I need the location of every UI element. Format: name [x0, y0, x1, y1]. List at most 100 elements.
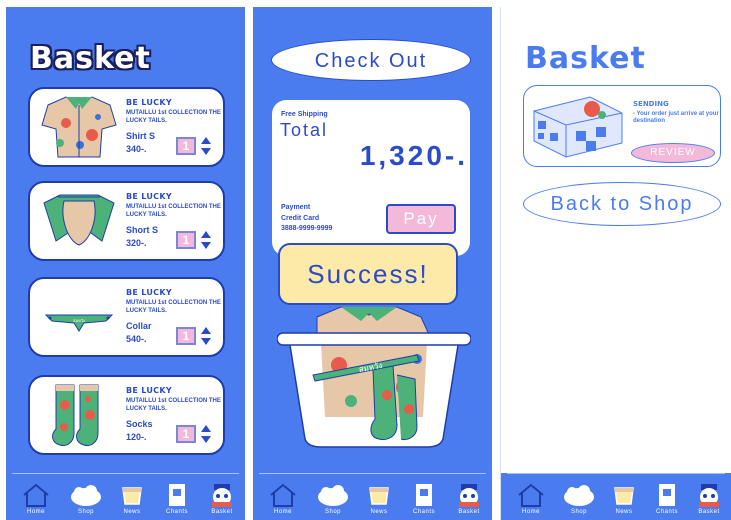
chants-icon [169, 484, 185, 506]
total-label: Total [280, 120, 329, 140]
product-name: Socks [126, 419, 153, 429]
nav-basket[interactable]: Basket [689, 482, 729, 520]
back-to-shop-button[interactable]: Back to Shop [523, 182, 721, 226]
nav-label: Shop [324, 509, 341, 515]
package-image [533, 96, 623, 158]
nav-label: Basket [698, 509, 720, 515]
quantity-field[interactable]: 1 [176, 137, 196, 155]
product-price: 120-. [126, 432, 147, 442]
quantity-stepper-icon[interactable] [200, 424, 212, 444]
nav-label: News [370, 509, 388, 515]
nav-label: Chants [655, 509, 678, 515]
home-icon [518, 483, 544, 507]
order-summary-card: Free Shipping Total 1,320-. Payment Cred… [272, 100, 470, 256]
product-price: 540-. [126, 334, 147, 344]
socks-product-image [52, 384, 99, 446]
success-message: Success! [278, 243, 458, 305]
collection-label: MUTAILLU 1st COLLECTION THE LUCKY TAILS. [126, 300, 221, 314]
payment-label: Payment [281, 204, 311, 211]
shipping-label: Free Shipping [281, 111, 328, 118]
sending-description: - Your order just arrive at your destina… [633, 111, 719, 124]
nav-basket[interactable]: Basket [449, 482, 489, 520]
collar-product-image: สมหวัง [44, 314, 114, 332]
review-button[interactable]: REVIEW [631, 143, 715, 163]
basket-item-short[interactable]: BE LUCKY MUTAILLU 1st COLLECTION THE LUC… [28, 181, 225, 261]
nav-label: Home [26, 509, 45, 515]
brand-label: BE LUCKY [126, 98, 172, 107]
collection-label: MUTAILLU 1st COLLECTION THE LUCKY TAILS. [126, 398, 221, 412]
page-title: Basket [30, 41, 151, 76]
sending-status-card: SENDING - Your order just arrive at your… [523, 85, 721, 167]
card-number: 3888-9999-9999 [281, 225, 333, 232]
nav-label: Chants [412, 509, 435, 515]
nav-label: Chants [165, 509, 188, 515]
quantity-field[interactable]: 1 [176, 231, 196, 249]
shop-icon [71, 485, 101, 506]
basket-illustration: สมหวัง [277, 306, 471, 448]
basket-item-collar[interactable]: สมหวัง BE LUCKY MUTAILLU 1st COLLECTION … [28, 277, 225, 357]
nav-label: Basket [211, 509, 233, 515]
checkout-screen: Check Out Free Shipping Total 1,320-. Pa… [253, 7, 492, 520]
credit-card-label: Credit Card [281, 215, 320, 222]
nav-news[interactable]: News [112, 482, 152, 520]
basket-item-shirt[interactable]: BE LUCKY MUTAILLU 1st COLLECTION THE LUC… [28, 87, 225, 167]
basket-item-socks[interactable]: BE LUCKY MUTAILLU 1st COLLECTION THE LUC… [28, 375, 225, 455]
basket-screen: Basket BE LUCKY MUTAILLU 1st COLLECTION … [6, 7, 245, 520]
brand-label: BE LUCKY [126, 386, 172, 395]
nav-label: Shop [77, 509, 94, 515]
nav-chants[interactable]: Chants [647, 482, 687, 520]
nav-label: Home [273, 509, 292, 515]
quantity-field[interactable]: 1 [176, 425, 196, 443]
total-value: 1,320-. [359, 140, 468, 171]
basket-icon [699, 484, 719, 507]
collection-label: MUTAILLU 1st COLLECTION THE LUCKY TAILS. [126, 204, 221, 218]
news-icon [369, 487, 389, 505]
bottom-nav: Home Shop News Chants Basket [259, 473, 486, 520]
nav-news[interactable]: News [604, 482, 644, 520]
nav-label: Home [521, 509, 540, 515]
nav-label: News [615, 509, 633, 515]
bottom-nav: Home Shop News Chants Basket [507, 473, 725, 520]
nav-shop[interactable]: Shop [66, 482, 106, 520]
nav-label: Basket [458, 509, 480, 515]
shirt-product-image [41, 96, 117, 158]
nav-chants[interactable]: Chants [404, 482, 444, 520]
collection-label: MUTAILLU 1st COLLECTION THE LUCKY TAILS. [126, 110, 221, 124]
checkout-button[interactable]: Check Out [271, 39, 471, 81]
shop-icon [564, 485, 594, 506]
order-status-screen: Basket SENDING - Your order just arrive … [500, 7, 731, 520]
nav-basket[interactable]: Basket [202, 482, 242, 520]
product-price: 320-. [126, 238, 147, 248]
bottom-nav: Home Shop News Chants Basket [12, 473, 239, 520]
quantity-stepper-icon[interactable] [200, 230, 212, 250]
nav-shop[interactable]: Shop [313, 482, 353, 520]
nav-home[interactable]: Home [511, 482, 551, 520]
news-icon [122, 487, 142, 505]
chants-icon [416, 484, 432, 506]
news-icon [614, 487, 634, 505]
nav-label: News [123, 509, 141, 515]
pay-button[interactable]: Pay [386, 204, 456, 234]
nav-shop[interactable]: Shop [559, 482, 599, 520]
nav-news[interactable]: News [359, 482, 399, 520]
brand-label: BE LUCKY [126, 288, 172, 297]
nav-home[interactable]: Home [263, 482, 303, 520]
short-product-image [43, 194, 115, 246]
nav-home[interactable]: Home [16, 482, 56, 520]
sending-title: SENDING [633, 100, 669, 108]
product-price: 340-. [126, 144, 147, 154]
product-name: Short S [126, 225, 159, 235]
quantity-field[interactable]: 1 [176, 327, 196, 345]
chants-icon [659, 484, 675, 506]
product-name: Collar [126, 321, 152, 331]
collar-engraving: สมหวัง [73, 318, 85, 323]
brand-label: BE LUCKY [126, 192, 172, 201]
quantity-stepper-icon[interactable] [200, 326, 212, 346]
quantity-stepper-icon[interactable] [200, 136, 212, 156]
product-name: Shirt S [126, 131, 156, 141]
home-icon [23, 483, 49, 507]
basket-icon [212, 484, 232, 507]
nav-chants[interactable]: Chants [157, 482, 197, 520]
home-icon [270, 483, 296, 507]
nav-label: Shop [570, 509, 587, 515]
